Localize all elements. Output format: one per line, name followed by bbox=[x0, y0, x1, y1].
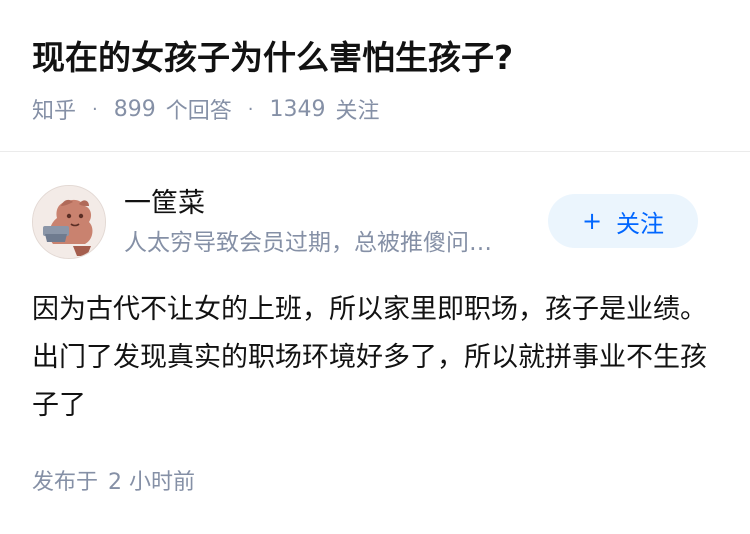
meta-separator: · bbox=[92, 98, 98, 120]
published-time: 2 小时前 bbox=[108, 470, 196, 495]
answer-count-label: 个回答 bbox=[165, 99, 232, 124]
plus-icon: + bbox=[581, 207, 603, 235]
follow-button-label: 关注 bbox=[616, 209, 665, 238]
meta-separator: · bbox=[247, 98, 254, 120]
question-meta: 知乎 · 899 个回答 · 1349 关注 bbox=[32, 92, 380, 126]
avatar[interactable] bbox=[32, 185, 106, 259]
author-bio: 人太穷导致会员过期，总被推傻问… bbox=[124, 230, 492, 256]
follower-count: 1349 bbox=[269, 96, 326, 122]
author-name[interactable]: 一筐菜 bbox=[124, 185, 205, 223]
follow-button[interactable]: + 关注 bbox=[548, 194, 698, 248]
source-label[interactable]: 知乎 bbox=[32, 93, 76, 125]
follower-count-label: 关注 bbox=[335, 99, 380, 124]
answer-author: 一筐菜 人太穷导致会员过期，总被推傻问… + 关注 bbox=[32, 183, 718, 263]
question-header: 现在的女孩子为什么害怕生孩子? 知乎 · 899 个回答 · 1349 关注 bbox=[0, 0, 750, 152]
avatar-illustration-icon bbox=[33, 186, 105, 258]
answer-published-time: 发布于 2 小时前 bbox=[32, 466, 195, 500]
answer-count: 899 bbox=[113, 96, 156, 122]
published-label: 发布于 bbox=[32, 470, 99, 495]
answer-content[interactable]: 因为古代不让女的上班，所以家里即职场，孩子是业绩。出门了发现真实的职场环境好多了… bbox=[32, 286, 712, 430]
question-title[interactable]: 现在的女孩子为什么害怕生孩子? bbox=[32, 34, 513, 82]
